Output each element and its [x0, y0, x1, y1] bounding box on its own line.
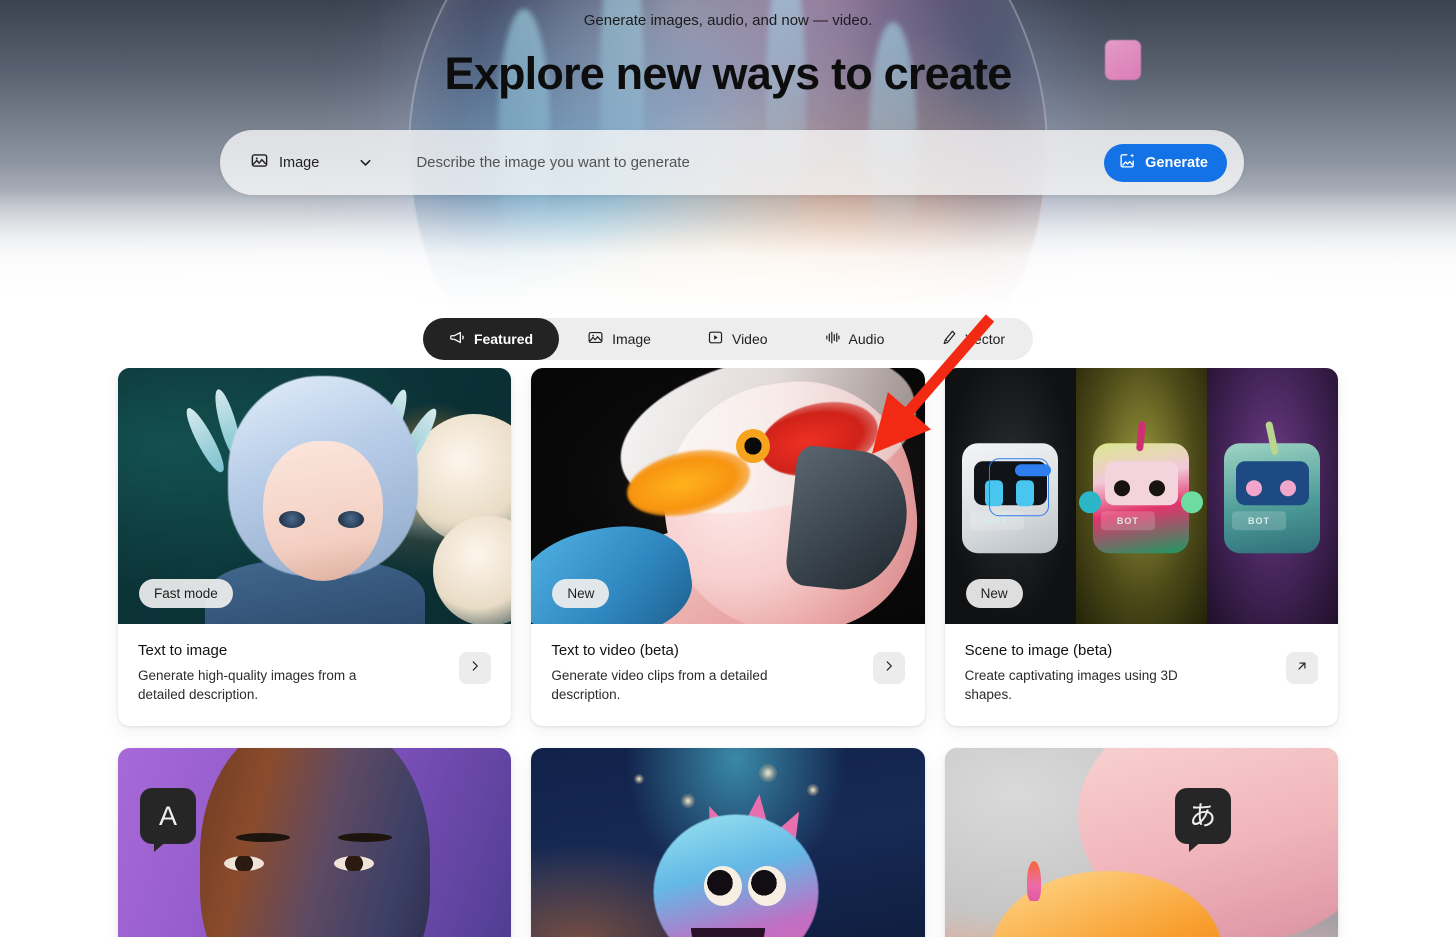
abstract-3d-artwork — [944, 748, 1338, 937]
card-description: Generate high-quality images from a deta… — [138, 668, 357, 703]
megaphone-icon — [449, 329, 466, 349]
bot-panel-2: BOT — [1075, 368, 1207, 624]
hero-bottom-fade — [0, 190, 1456, 310]
prompt-search-bar: Image Generate — [220, 130, 1244, 195]
pen-nib-icon — [940, 329, 957, 349]
image-icon — [587, 329, 604, 349]
card-thumbnail: A — [118, 748, 512, 937]
waveform-icon — [824, 329, 841, 349]
hero-subtitle: Generate images, audio, and now — video. — [583, 12, 873, 29]
card-body: Scene to image (beta) Create captivating… — [945, 624, 1338, 726]
hero-banner: Generate images, audio, and now — video.… — [0, 0, 1456, 310]
card-scene-to-image[interactable]: BOT BOT BOT New Scene to image (beta) Cr… — [944, 368, 1338, 727]
card-thumbnail: BOT BOT BOT New — [944, 368, 1338, 624]
category-tabs: Featured Image Video Audio Vector — [422, 318, 1034, 360]
card-text-to-video[interactable]: New Text to video (beta) Generate video … — [531, 368, 925, 727]
external-link-icon — [1295, 659, 1309, 678]
language-badge: A — [140, 788, 196, 853]
tab-vector[interactable]: Vector — [912, 318, 1033, 360]
card-title: Scene to image (beta) — [964, 642, 1113, 659]
card-thumbnail — [531, 748, 925, 937]
monster-artwork — [531, 748, 925, 937]
chevron-right-icon — [882, 659, 896, 678]
card-body: Text to video (beta) Generate video clip… — [531, 624, 924, 726]
card-thumbnail: New — [531, 368, 925, 624]
card-external-link-button[interactable] — [1286, 652, 1318, 684]
card-open-button[interactable] — [872, 652, 905, 684]
page-title: Explore new ways to create — [444, 48, 1013, 99]
card-bottom-monster[interactable] — [531, 748, 925, 937]
generation-type-label: Image — [279, 154, 320, 171]
card-title: Text to image — [138, 642, 228, 659]
card-description: Generate video clips from a detailed des… — [551, 668, 768, 703]
tab-image[interactable]: Image — [559, 318, 679, 360]
tab-image-label: Image — [612, 331, 651, 347]
generate-button[interactable]: Generate — [1104, 143, 1227, 182]
tab-vector-label: Vector — [965, 331, 1006, 347]
tab-video[interactable]: Video — [679, 318, 796, 360]
chevron-down-icon[interactable] — [357, 154, 374, 171]
tab-featured-label: Featured — [473, 331, 534, 347]
card-badge: Fast mode — [139, 579, 233, 608]
bot-label: BOT — [1232, 511, 1286, 531]
category-tabs-container: Featured Image Video Audio Vector — [0, 310, 1456, 368]
feature-card-grid: Fast mode Text to image Generate high-qu… — [0, 368, 1456, 937]
card-text-to-image[interactable]: Fast mode Text to image Generate high-qu… — [118, 368, 512, 727]
language-badge-glyph: A — [158, 800, 177, 831]
card-title: Text to video (beta) — [551, 642, 679, 659]
generation-type-select[interactable]: Image — [220, 140, 374, 186]
card-thumbnail: Fast mode — [118, 368, 512, 624]
tab-featured[interactable]: Featured — [422, 318, 560, 360]
card-badge: New — [552, 579, 610, 608]
tab-audio[interactable]: Audio — [796, 318, 913, 360]
image-icon — [250, 151, 269, 175]
card-description: Create captivating images using 3D shape… — [964, 668, 1178, 703]
card-open-button[interactable] — [459, 652, 492, 684]
language-badge-glyph: あ — [1189, 800, 1217, 831]
play-square-icon — [707, 329, 724, 349]
card-body: Text to image Generate high-quality imag… — [118, 624, 511, 726]
language-badge: あ — [1174, 788, 1231, 853]
tab-video-label: Video — [731, 331, 768, 347]
tab-audio-label: Audio — [848, 331, 885, 347]
card-thumbnail: あ — [944, 748, 1338, 937]
chevron-right-icon — [468, 659, 482, 678]
bot-panel-3: BOT — [1206, 368, 1338, 624]
card-bottom-abstract[interactable]: あ — [944, 748, 1338, 937]
card-bottom-portrait[interactable]: A — [118, 748, 512, 937]
generate-sparkle-icon — [1119, 152, 1136, 173]
prompt-input[interactable] — [374, 154, 1105, 171]
bot-label: BOT — [1100, 511, 1155, 531]
generate-button-label: Generate — [1145, 154, 1208, 171]
card-badge: New — [965, 579, 1023, 608]
